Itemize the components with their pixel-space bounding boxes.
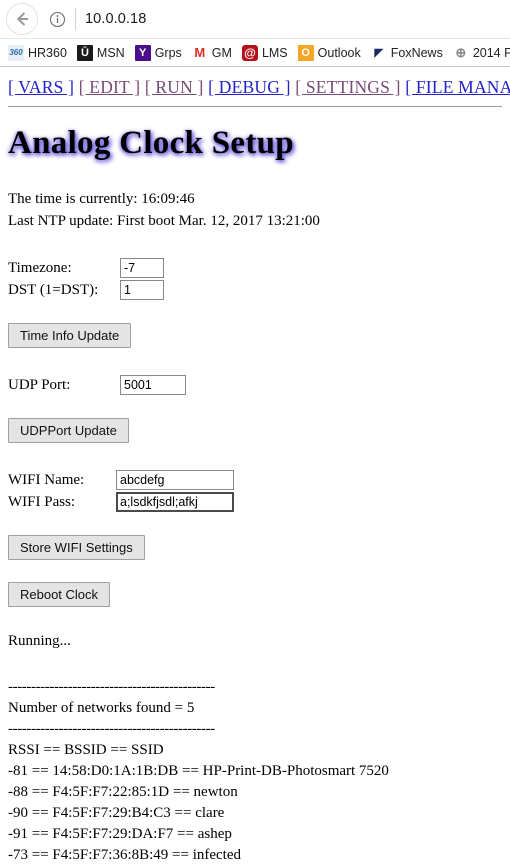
network-scan-results: ----------------------------------------… [8,677,502,866]
dst-input[interactable] [120,280,164,301]
nav-link-settings[interactable]: [ SETTINGS ] [295,77,400,97]
network-table-header: RSSI == BSSID == SSID [8,742,164,759]
nav-link-debug[interactable]: [ DEBUG ] [208,77,290,97]
network-row: -73 == F4:5F:F7:36:8B:49 == infected [8,847,242,864]
site-nav: [ VARS ] [ EDIT ] [ RUN ] [ DEBUG ] [ SE… [8,75,510,98]
timezone-row: Timezone: [8,257,502,279]
bookmark-grps[interactable]: Y Grps [134,44,182,61]
time-info-update-row: Time Info Update [8,323,502,349]
page-title: Analog Clock Setup [8,125,294,161]
time-info-update-button[interactable]: Time Info Update [8,323,132,349]
udp-port-update-button[interactable]: UDPPort Update [8,418,129,444]
network-row: -81 == 14:58:D0:1A:1B:DB == HP-Print-DB-… [8,763,389,780]
timezone-label: Timezone: [8,259,72,276]
store-wifi-settings-row: Store WIFI Settings [8,535,502,561]
browser-chrome: 10.0.0.18 360 HR360 Ū MSN Y Grps M GM @ LMS O Outlo… [0,0,510,67]
bookmark-hr360[interactable]: 360 HR360 [8,44,67,61]
divider-bottom: ----------------------------------------… [8,721,215,738]
info-circle-glyph [49,11,65,27]
timezone-input[interactable] [120,258,164,279]
wifi-name-label: WIFI Name: [8,471,85,488]
bookmark-label: LMS [261,45,288,60]
info-circle-icon[interactable] [46,8,68,30]
wifi-name-row: WIFI Name: [8,469,502,491]
yahoo-favicon: Y [134,44,151,61]
nav-divider [8,106,502,107]
udp-port-input[interactable] [120,375,186,396]
current-time-line: The time is currently: 16:09:46 [8,191,195,208]
wifi-settings-form: WIFI Name: WIFI Pass: Store WIFI Setting… [8,469,502,561]
reboot-clock-button[interactable]: Reboot Clock [8,582,111,608]
browser-toolbar: 10.0.0.18 [0,0,510,38]
network-row: -91 == F4:5F:F7:29:DA:F7 == ashep [8,826,232,843]
msn-favicon: Ū [76,44,93,61]
back-button[interactable] [6,3,38,35]
status-line: Running... [8,633,71,650]
globe-favicon: ⊕ [452,44,469,61]
bookmark-label: HR360 [28,45,67,60]
address-bar-url[interactable]: 10.0.0.18 [85,11,146,27]
nav-link-run[interactable]: [ RUN ] [145,77,204,97]
bookmark-label: 2014 F-150 [472,45,510,60]
bookmark-label: GM [211,45,232,60]
gmail-favicon: M [191,44,208,61]
network-row: -90 == F4:5F:F7:29:B4:C3 == clare [8,805,225,822]
foxnews-favicon: ◤ [370,44,387,61]
outlook-favicon: O [297,44,314,61]
bookmark-label: Outlook [317,45,361,60]
time-info-block: The time is currently: 16:09:46 Last NTP… [8,189,502,231]
wifi-pass-label: WIFI Pass: [8,493,76,510]
network-count-line: Number of networks found = 5 [8,700,195,717]
dst-row: DST (1=DST): [8,279,502,301]
bookmark-label: Grps [154,45,182,60]
nav-link-vars[interactable]: [ VARS ] [8,77,74,97]
bookmark-foxnews[interactable]: ◤ FoxNews [370,44,443,61]
bookmark-gm[interactable]: M GM [191,44,232,61]
bookmark-label: FoxNews [390,45,443,60]
wifi-name-input[interactable] [116,470,234,491]
reboot-clock-row: Reboot Clock [8,582,502,608]
bookmark-outlook[interactable]: O Outlook [297,44,361,61]
back-arrow-icon [17,12,29,26]
network-row: -88 == F4:5F:F7:22:85:1D == newton [8,784,238,801]
udp-port-label: UDP Port: [8,376,71,393]
bookmark-lms[interactable]: @ LMS [241,44,288,61]
bookmarks-bar: 360 HR360 Ū MSN Y Grps M GM @ LMS O Outlook ◤ FoxNews… [0,38,510,66]
address-bar-divider [75,8,76,30]
bookmark-msn[interactable]: Ū MSN [76,44,125,61]
ntp-update-line: Last NTP update: First boot Mar. 12, 201… [8,213,320,230]
page-content: [ VARS ] [ EDIT ] [ RUN ] [ DEBUG ] [ SE… [0,67,510,866]
udp-port-row: UDP Port: [8,374,502,396]
store-wifi-settings-button[interactable]: Store WIFI Settings [8,535,145,561]
nav-link-filemanager[interactable]: [ FILE MANAGER ] [405,77,510,97]
udp-port-update-row: UDPPort Update [8,418,502,444]
hr360-favicon: 360 [8,44,24,61]
bookmark-label: MSN [96,45,125,60]
time-settings-form: Timezone: DST (1=DST): Time Info Update [8,257,502,349]
divider-top: ----------------------------------------… [8,679,215,696]
nav-link-edit[interactable]: [ EDIT ] [79,77,141,97]
bookmark-2014-f-150[interactable]: ⊕2014 F-150 [452,44,510,61]
network-rows: -81 == 14:58:D0:1A:1B:DB == HP-Print-DB-… [8,761,502,866]
lms-favicon: @ [241,44,258,61]
udp-port-form: UDP Port: UDPPort Update [8,374,502,444]
wifi-pass-row: WIFI Pass: [8,491,502,513]
wifi-pass-input[interactable] [116,492,234,513]
dst-label: DST (1=DST): [8,281,99,298]
